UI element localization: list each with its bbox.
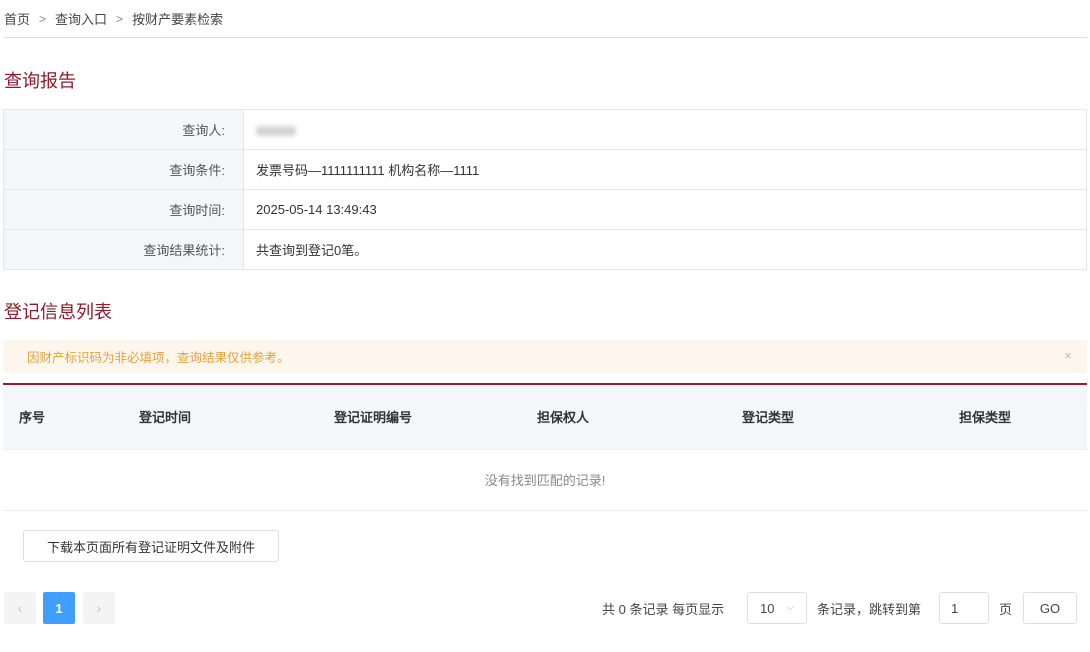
jump-page-input[interactable] [939, 592, 989, 624]
prev-page-button[interactable]: ‹ [4, 592, 36, 624]
chevron-down-icon: ⌵ [786, 602, 794, 613]
querier-value [243, 109, 1087, 150]
column-header-reg-time: 登记时间 [93, 384, 243, 449]
result-stats-value: 共查询到登记0笔。 [243, 229, 1087, 270]
page-suffix-text: 页 [999, 601, 1013, 617]
page-1-button[interactable]: 1 [43, 592, 75, 624]
page-size-select[interactable]: 10 ⌵ [747, 592, 807, 624]
registration-table: 序号 登记时间 登记证明编号 担保权人 登记类型 担保类型 没有找到匹配的记录! [3, 383, 1087, 511]
alert-text: 因财产标识码为非必填项，查询结果仅供参考。 [27, 351, 290, 365]
report-title: 查询报告 [4, 71, 76, 91]
chevron-left-icon: ‹ [17, 600, 23, 616]
breadcrumb-separator: > [39, 11, 47, 26]
column-header-cert-no: 登记证明编号 [243, 384, 473, 449]
breadcrumb-home[interactable]: 首页 [4, 9, 30, 28]
table-header-row: 序号 登记时间 登记证明编号 担保权人 登记类型 担保类型 [3, 384, 1087, 449]
breadcrumb-query-entry[interactable]: 查询入口 [55, 9, 107, 28]
go-button[interactable]: GO [1023, 592, 1077, 624]
download-all-button[interactable]: 下载本页面所有登记证明文件及附件 [23, 530, 279, 562]
breadcrumb-current: 按财产要素检索 [132, 12, 224, 27]
report-row-time: 查询时间: 2025-05-14 13:49:43 [3, 189, 1087, 230]
report-table: 查询人: 查询条件: 发票号码—1111111111 机构名称—1111 查询时… [3, 109, 1087, 270]
column-header-index: 序号 [3, 384, 93, 449]
notice-alert: 因财产标识码为非必填项，查询结果仅供参考。 × [3, 340, 1087, 373]
query-time-label: 查询时间: [3, 189, 244, 230]
report-row-stats: 查询结果统计: 共查询到登记0笔。 [3, 229, 1087, 270]
breadcrumb: 首页 > 查询入口 > 按财产要素检索 [4, 0, 1087, 38]
report-row-querier: 查询人: [3, 109, 1087, 150]
registration-list-title: 登记信息列表 [4, 302, 112, 322]
conditions-label: 查询条件: [3, 149, 244, 190]
result-stats-label: 查询结果统计: [3, 229, 244, 270]
redacted-name [256, 125, 296, 136]
column-header-reg-type: 登记类型 [653, 384, 883, 449]
querier-label: 查询人: [3, 109, 244, 150]
chevron-right-icon: › [96, 600, 102, 616]
next-page-button[interactable]: › [83, 592, 115, 624]
jump-to-text: 条记录，跳转到第 [817, 601, 922, 617]
page-size-value: 10 [760, 600, 775, 616]
query-time-value: 2025-05-14 13:49:43 [243, 189, 1087, 230]
empty-message: 没有找到匹配的记录! [3, 448, 1087, 511]
column-header-secured-party: 担保权人 [473, 384, 653, 449]
conditions-value: 发票号码—1111111111 机构名称—1111 [243, 149, 1087, 190]
report-row-conditions: 查询条件: 发票号码—1111111111 机构名称—1111 [3, 149, 1087, 190]
table-row: 没有找到匹配的记录! [3, 448, 1087, 511]
close-icon[interactable]: × [1064, 349, 1072, 363]
column-header-guarantee-type: 担保类型 [883, 384, 1087, 449]
total-records-text: 共 0 条记录 每页显示 [602, 601, 725, 617]
breadcrumb-separator: > [116, 11, 124, 26]
